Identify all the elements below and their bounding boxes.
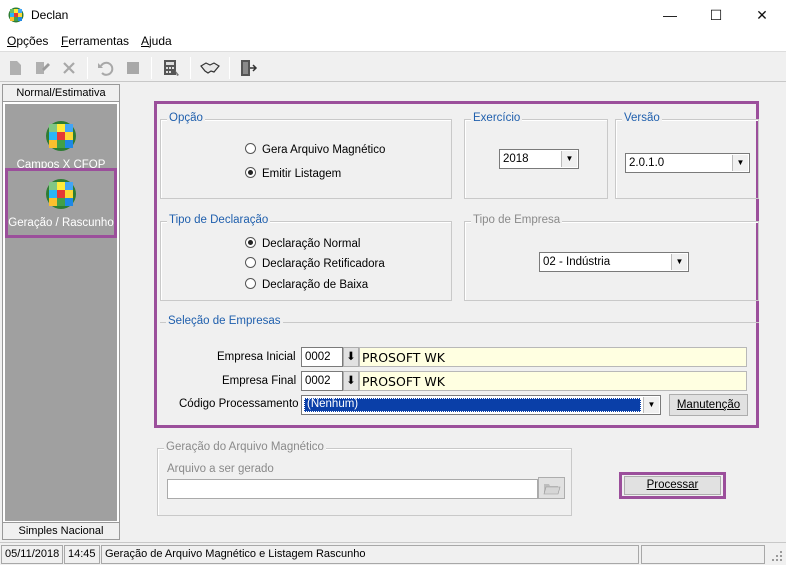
toolbar bbox=[0, 53, 786, 82]
toolbar-separator bbox=[87, 57, 88, 79]
menu-bar: Opções Ferramentas Ajuda bbox=[0, 31, 786, 52]
group-opcao: Opção Gera Arquivo Magnético Emitir List… bbox=[160, 112, 452, 199]
processar-button[interactable]: Processar bbox=[624, 476, 721, 495]
edit-icon[interactable] bbox=[30, 57, 52, 79]
menu-opcoes[interactable]: Opções bbox=[7, 34, 48, 48]
exit-door-icon[interactable] bbox=[237, 57, 259, 79]
radio-declaracao-retificadora[interactable]: Declaração Retificadora bbox=[245, 257, 385, 270]
colorful-grid-icon bbox=[46, 179, 76, 209]
chevron-down-icon: ▼ bbox=[732, 155, 748, 171]
group-title: Opção bbox=[167, 112, 205, 124]
app-icon bbox=[8, 7, 24, 23]
exercicio-select[interactable]: 2018 ▼ bbox=[499, 149, 579, 169]
status-date: 05/11/2018 bbox=[1, 545, 63, 564]
title-bar: Declan — ☐ ✕ bbox=[0, 0, 786, 31]
window-title: Declan bbox=[31, 8, 69, 22]
arquivo-path-input[interactable] bbox=[167, 479, 538, 499]
radio-declaracao-baixa[interactable]: Declaração de Baixa bbox=[245, 278, 368, 291]
sidebar-nav-area: Campos X CFOP Geração / Rascunho bbox=[5, 104, 117, 521]
radio-emitir-listagem[interactable]: Emitir Listagem bbox=[245, 167, 341, 180]
group-title: Geração do Arquivo Magnético bbox=[164, 441, 326, 453]
versao-select[interactable]: 2.0.1.0 ▼ bbox=[625, 153, 750, 173]
empresa-final-code-input[interactable]: 0002 bbox=[301, 371, 343, 391]
codigo-processamento-select[interactable]: (Nenhum) ▼ bbox=[301, 395, 661, 415]
group-title: Tipo de Empresa bbox=[471, 214, 563, 226]
toolbar-separator bbox=[190, 57, 191, 79]
chevron-down-icon: ▼ bbox=[561, 151, 577, 167]
sidebar-header-normal-estimativa[interactable]: Normal/Estimativa bbox=[3, 85, 119, 102]
sidebar: Normal/Estimativa Campos X CFOP Geração … bbox=[2, 84, 120, 540]
sidebar-footer-simples-nacional[interactable]: Simples Nacional bbox=[3, 522, 119, 539]
arquivo-label: Arquivo a ser gerado bbox=[167, 463, 274, 475]
group-tipo-empresa: Tipo de Empresa 02 - Indústria ▼ bbox=[464, 214, 759, 301]
group-versao: Versão 2.0.1.0 ▼ bbox=[615, 112, 759, 199]
handshake-icon[interactable] bbox=[199, 57, 221, 79]
group-title: Exercício bbox=[471, 112, 523, 124]
status-extra bbox=[641, 545, 765, 564]
undo-icon[interactable] bbox=[94, 57, 116, 79]
manutencao-button[interactable]: Manutenção bbox=[669, 394, 748, 416]
new-document-icon[interactable] bbox=[4, 57, 26, 79]
maximize-button[interactable]: ☐ bbox=[693, 0, 739, 31]
folder-open-icon[interactable] bbox=[538, 477, 565, 499]
empresa-final-name-field: PROSOFT WK bbox=[359, 371, 747, 391]
group-title: Tipo de Declaração bbox=[167, 214, 271, 226]
radio-declaracao-normal[interactable]: Declaração Normal bbox=[245, 237, 360, 250]
colorful-grid-icon bbox=[46, 121, 76, 151]
chevron-down-icon: ▼ bbox=[643, 397, 659, 413]
group-tipo-declaracao: Tipo de Declaração Declaração Normal Dec… bbox=[160, 214, 452, 301]
lookup-arrow-icon[interactable]: ⬇ bbox=[343, 371, 359, 391]
empresa-inicial-name-field: PROSOFT WK bbox=[359, 347, 747, 367]
empresa-inicial-code-input[interactable]: 0002 bbox=[301, 347, 343, 367]
codigo-processamento-label: Código Processamento bbox=[179, 398, 299, 410]
stop-icon[interactable] bbox=[122, 57, 144, 79]
toolbar-separator bbox=[229, 57, 230, 79]
delete-icon[interactable] bbox=[58, 57, 80, 79]
empresa-final-label: Empresa Final bbox=[222, 375, 297, 387]
tipo-empresa-select[interactable]: 02 - Indústria ▼ bbox=[539, 252, 689, 272]
menu-ajuda[interactable]: Ajuda bbox=[141, 34, 172, 48]
group-title: Seleção de Empresas bbox=[166, 315, 283, 327]
resize-grip-icon[interactable] bbox=[770, 549, 783, 562]
radio-gera-arquivo[interactable]: Gera Arquivo Magnético bbox=[245, 143, 385, 156]
group-selecao-empresas: Seleção de Empresas bbox=[160, 315, 759, 327]
status-time: 14:45 bbox=[64, 545, 100, 564]
menu-ferramentas[interactable]: Ferramentas bbox=[61, 34, 129, 48]
group-title: Versão bbox=[622, 112, 662, 124]
group-exercicio: Exercício 2018 ▼ bbox=[464, 112, 608, 199]
toolbar-separator bbox=[151, 57, 152, 79]
close-button[interactable]: ✕ bbox=[739, 0, 785, 31]
status-bar: 05/11/2018 14:45 Geração de Arquivo Magn… bbox=[0, 542, 786, 565]
minimize-button[interactable]: — bbox=[647, 0, 693, 31]
calculator-icon[interactable] bbox=[160, 57, 182, 79]
lookup-arrow-icon[interactable]: ⬇ bbox=[343, 347, 359, 367]
chevron-down-icon: ▼ bbox=[671, 254, 687, 270]
group-geracao-arquivo: Geração do Arquivo Magnético Arquivo a s… bbox=[157, 441, 572, 516]
empresa-inicial-label: Empresa Inicial bbox=[217, 351, 296, 363]
sidebar-item-geracao-rascunho[interactable]: Geração / Rascunho bbox=[5, 168, 117, 238]
sidebar-item-label: Geração / Rascunho bbox=[8, 217, 114, 229]
status-message: Geração de Arquivo Magnético e Listagem … bbox=[101, 545, 639, 564]
